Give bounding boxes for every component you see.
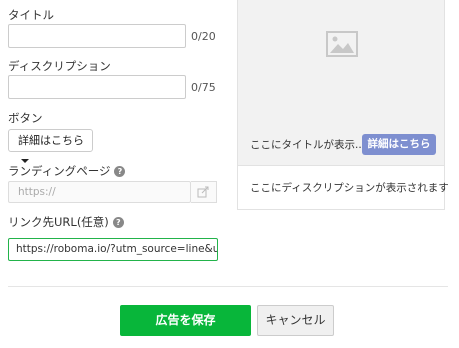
description-label: ディスクリプション [8, 59, 111, 73]
external-link-icon [197, 186, 209, 198]
title-char-counter: 0/20 [191, 30, 216, 43]
landing-page-label: ランディングページ? [8, 163, 126, 179]
link-url-input[interactable]: https://roboma.io/?utm_source=line&utm_m… [8, 238, 218, 261]
button-label: ボタン [8, 111, 43, 125]
link-url-label-text: リンク先URL(任意) [8, 215, 109, 229]
cancel-button[interactable]: キャンセル [257, 305, 334, 336]
help-icon[interactable]: ? [112, 217, 124, 228]
preview-description: ここにディスクリプションが表示されます [250, 182, 449, 194]
button-type-selected-value: 詳細はこちら [18, 134, 84, 147]
ad-preview-card: ここにタイトルが表示... 詳細はこちら ここにディスクリプションが表示されます [237, 0, 449, 210]
help-icon[interactable]: ? [114, 166, 126, 177]
ad-editor-form: タイトル 0/20 ディスクリプション 0/75 ボタン 詳細はこちら ランディ… [0, 0, 459, 348]
divider [8, 286, 448, 287]
button-type-dropdown[interactable]: 詳細はこちら [8, 129, 93, 163]
preview-cta-button: 詳細はこちら [362, 134, 436, 155]
preview-title: ここにタイトルが表示... [250, 139, 366, 151]
image-icon [326, 31, 358, 57]
open-link-button[interactable] [191, 181, 217, 203]
link-url-label: リンク先URL(任意)? [8, 214, 124, 230]
landing-page-url-input[interactable]: https:// [8, 181, 191, 203]
title-label: タイトル [8, 8, 54, 22]
preview-title-row: ここにタイトルが表示... 詳細はこちら [238, 123, 444, 166]
description-char-counter: 0/75 [191, 81, 216, 94]
landing-page-label-text: ランディングページ [8, 164, 111, 178]
preview-image-placeholder [238, 0, 444, 123]
description-input[interactable] [8, 75, 186, 99]
save-ad-button[interactable]: 広告を保存 [120, 305, 251, 336]
title-input[interactable] [8, 24, 186, 48]
